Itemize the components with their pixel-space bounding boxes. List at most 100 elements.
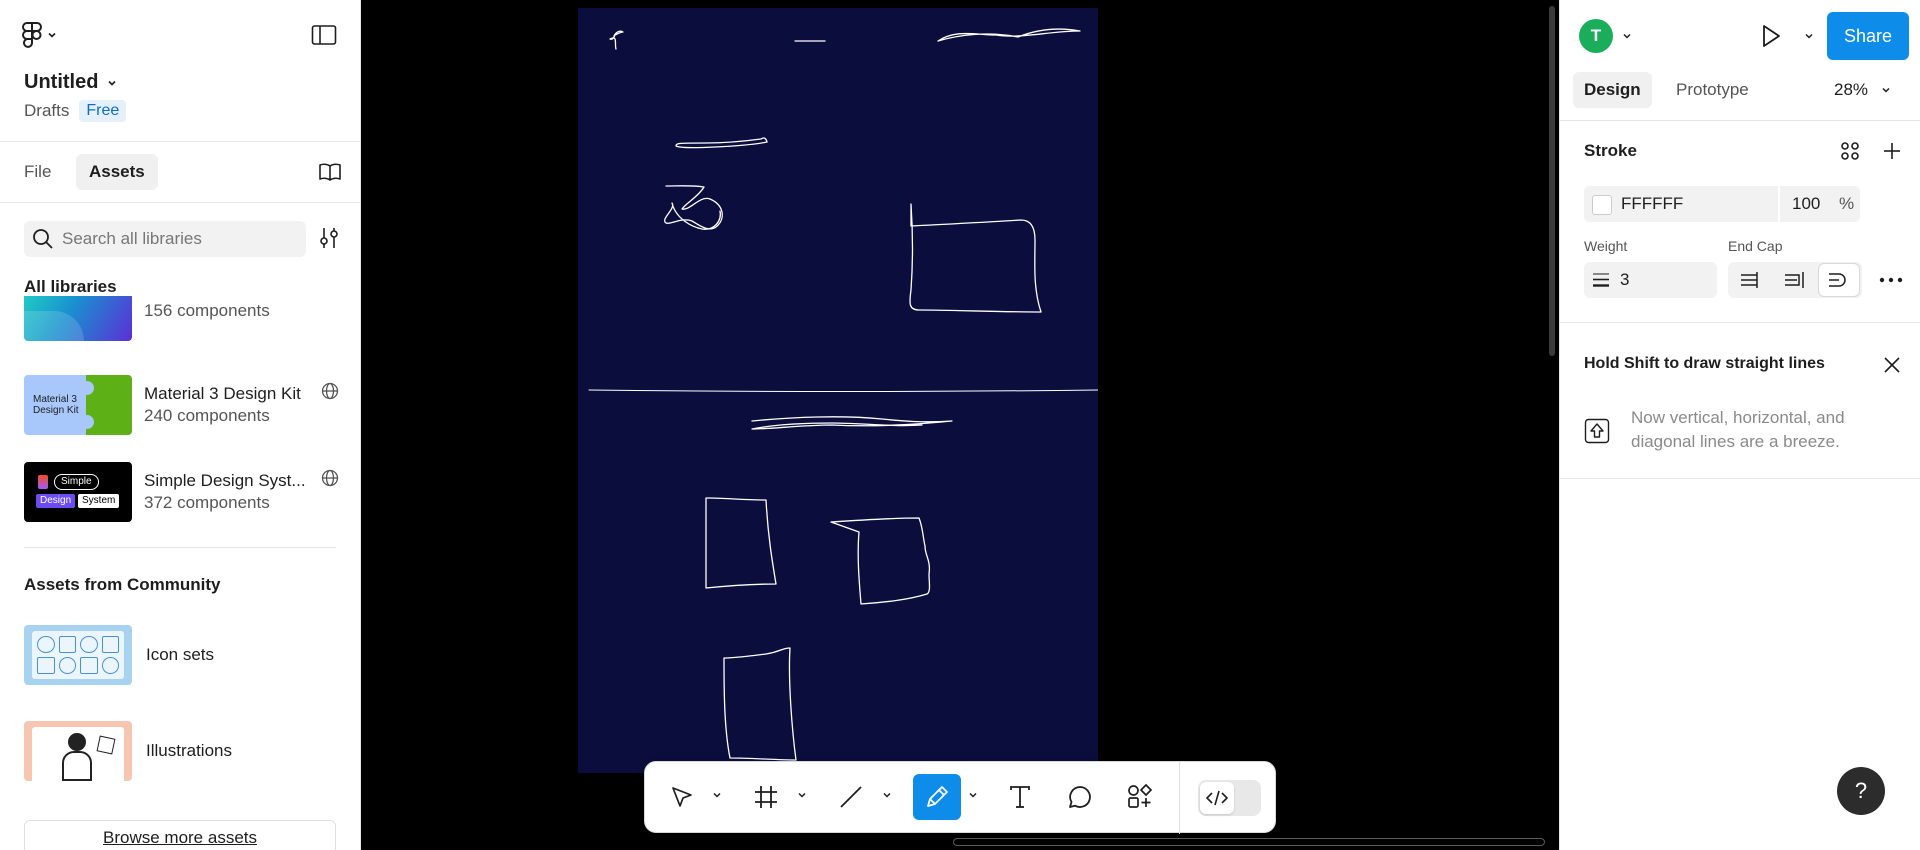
community-item-label: Icon sets <box>146 645 215 664</box>
library-count: 240 components <box>144 406 270 425</box>
text-tool-button[interactable] <box>997 774 1043 820</box>
cap-square-icon <box>1785 272 1804 288</box>
vertical-scrollbar[interactable] <box>1549 6 1555 356</box>
library-item[interactable]: Material 3 Design Kit Material 3 Design … <box>24 374 339 436</box>
icon-sets-thumbnail <box>24 625 132 685</box>
play-icon[interactable] <box>1759 23 1783 49</box>
library-item[interactable]: 156 components <box>24 296 339 342</box>
left-panel: Untitled Drafts Free File Assets All lib… <box>0 0 361 850</box>
divider <box>24 547 336 548</box>
share-button[interactable]: Share <box>1827 12 1909 60</box>
horizontal-scrollbar[interactable] <box>953 838 1545 846</box>
zoom-level: 28% <box>1834 80 1869 99</box>
chevron-down-icon[interactable] <box>796 789 808 801</box>
end-cap-round-button[interactable] <box>1819 264 1859 296</box>
file-title[interactable]: Untitled <box>24 71 118 94</box>
chevron-down-icon[interactable] <box>1621 30 1633 42</box>
help-button[interactable]: ? <box>1837 767 1885 815</box>
dev-mode-toggle[interactable] <box>1198 780 1261 816</box>
frame-tool-button[interactable] <box>743 774 789 820</box>
book-icon[interactable] <box>318 162 342 182</box>
library-name: Simple Design Syst... <box>144 471 306 490</box>
actions-tool-button[interactable] <box>1117 774 1163 820</box>
opacity-unit: % <box>1839 194 1855 213</box>
stroke-weight-field[interactable]: 3 <box>1584 262 1717 298</box>
library-count: 372 components <box>144 493 270 512</box>
weight-label: Weight <box>1584 238 1628 254</box>
search-icon <box>33 229 53 249</box>
stroke-weight-icon <box>1593 273 1609 287</box>
cap-none-icon <box>1741 272 1758 288</box>
line-tool-button[interactable] <box>828 774 874 820</box>
thumbnail-text: System <box>78 494 120 508</box>
community-item-icon-sets[interactable]: Icon sets <box>24 620 339 690</box>
more-options-icon[interactable] <box>1878 272 1904 288</box>
plan-badge: Free <box>79 100 127 122</box>
browse-more-assets-button[interactable]: Browse more assets <box>24 820 336 850</box>
styles-grid-icon[interactable] <box>1839 140 1861 162</box>
main-menu-button[interactable] <box>22 22 58 48</box>
filter-settings-icon[interactable] <box>318 226 340 250</box>
community-item-label: Illustrations <box>146 741 232 760</box>
chevron-down-icon[interactable] <box>881 789 893 801</box>
zoom-control[interactable]: 28% <box>1834 80 1892 100</box>
code-icon <box>1205 790 1229 806</box>
stroke-color-field[interactable]: FFFFFF 100 % <box>1584 186 1860 222</box>
drafts-link[interactable]: Drafts <box>24 101 69 121</box>
community-heading: Assets from Community <box>24 575 221 594</box>
chevron-down-icon[interactable] <box>1803 30 1815 42</box>
move-tool-button[interactable] <box>659 774 705 820</box>
field-separator <box>1778 186 1780 222</box>
tab-file[interactable]: File <box>11 154 64 190</box>
tab-assets[interactable]: Assets <box>76 154 158 190</box>
cap-round-icon <box>1829 273 1846 287</box>
end-cap-none-button[interactable] <box>1731 264 1771 296</box>
divider <box>1560 120 1920 121</box>
sidebar-toggle-icon[interactable] <box>311 24 337 46</box>
divider <box>1560 322 1920 323</box>
chevron-down-icon[interactable] <box>967 789 979 801</box>
stroke-hex-value[interactable]: FFFFFF <box>1621 194 1683 214</box>
chevron-down-icon[interactable] <box>711 789 723 801</box>
library-thumbnail: Material 3 Design Kit <box>24 375 132 435</box>
canvas-frame[interactable] <box>578 8 1098 773</box>
end-cap-square-button[interactable] <box>1775 264 1815 296</box>
file-title-text: Untitled <box>24 71 99 93</box>
end-cap-group <box>1728 262 1862 298</box>
library-thumbnail <box>24 296 132 341</box>
figma-logo-icon <box>22 22 42 48</box>
illustrations-thumbnail <box>24 721 132 781</box>
comment-icon <box>1069 786 1091 808</box>
library-item[interactable]: Simple Design System Simple Design Syst.… <box>24 461 339 523</box>
close-icon[interactable] <box>1882 355 1902 375</box>
user-avatar[interactable]: T <box>1579 19 1613 53</box>
library-search[interactable] <box>24 221 306 257</box>
chevron-down-icon <box>1882 87 1890 93</box>
library-list: 156 components Material 3 Design Kit Mat… <box>0 296 360 540</box>
library-thumbnail: Simple Design System <box>24 462 132 522</box>
chevron-down-icon <box>108 80 117 86</box>
pencil-icon <box>927 786 948 807</box>
search-input[interactable] <box>62 229 292 249</box>
thumbnail-text: Design <box>36 494 76 508</box>
tab-prototype[interactable]: Prototype <box>1665 72 1760 108</box>
bottom-toolbar <box>644 761 1276 834</box>
community-item-illustrations[interactable]: Illustrations <box>24 716 339 786</box>
pencil-drawings <box>588 28 1098 761</box>
chevron-down-icon <box>48 32 56 38</box>
line-icon <box>840 786 862 808</box>
stroke-weight-value[interactable]: 3 <box>1620 270 1629 290</box>
file-location: Drafts Free <box>24 100 127 122</box>
comment-tool-button[interactable] <box>1057 774 1103 820</box>
tip-title: Hold Shift to draw straight lines <box>1584 355 1825 372</box>
stroke-opacity-value[interactable]: 100 <box>1792 194 1820 214</box>
text-icon <box>1010 786 1030 808</box>
add-icon[interactable] <box>1881 140 1903 162</box>
actions-icon <box>1128 783 1153 808</box>
color-swatch[interactable] <box>1592 195 1612 215</box>
right-panel: T Share Design Prototype 28% Stroke FFFF… <box>1559 0 1920 850</box>
shift-key-icon <box>1584 418 1610 444</box>
pencil-tool-button[interactable] <box>913 774 961 820</box>
tab-design[interactable]: Design <box>1573 72 1652 108</box>
all-libraries-heading: All libraries <box>24 277 117 296</box>
